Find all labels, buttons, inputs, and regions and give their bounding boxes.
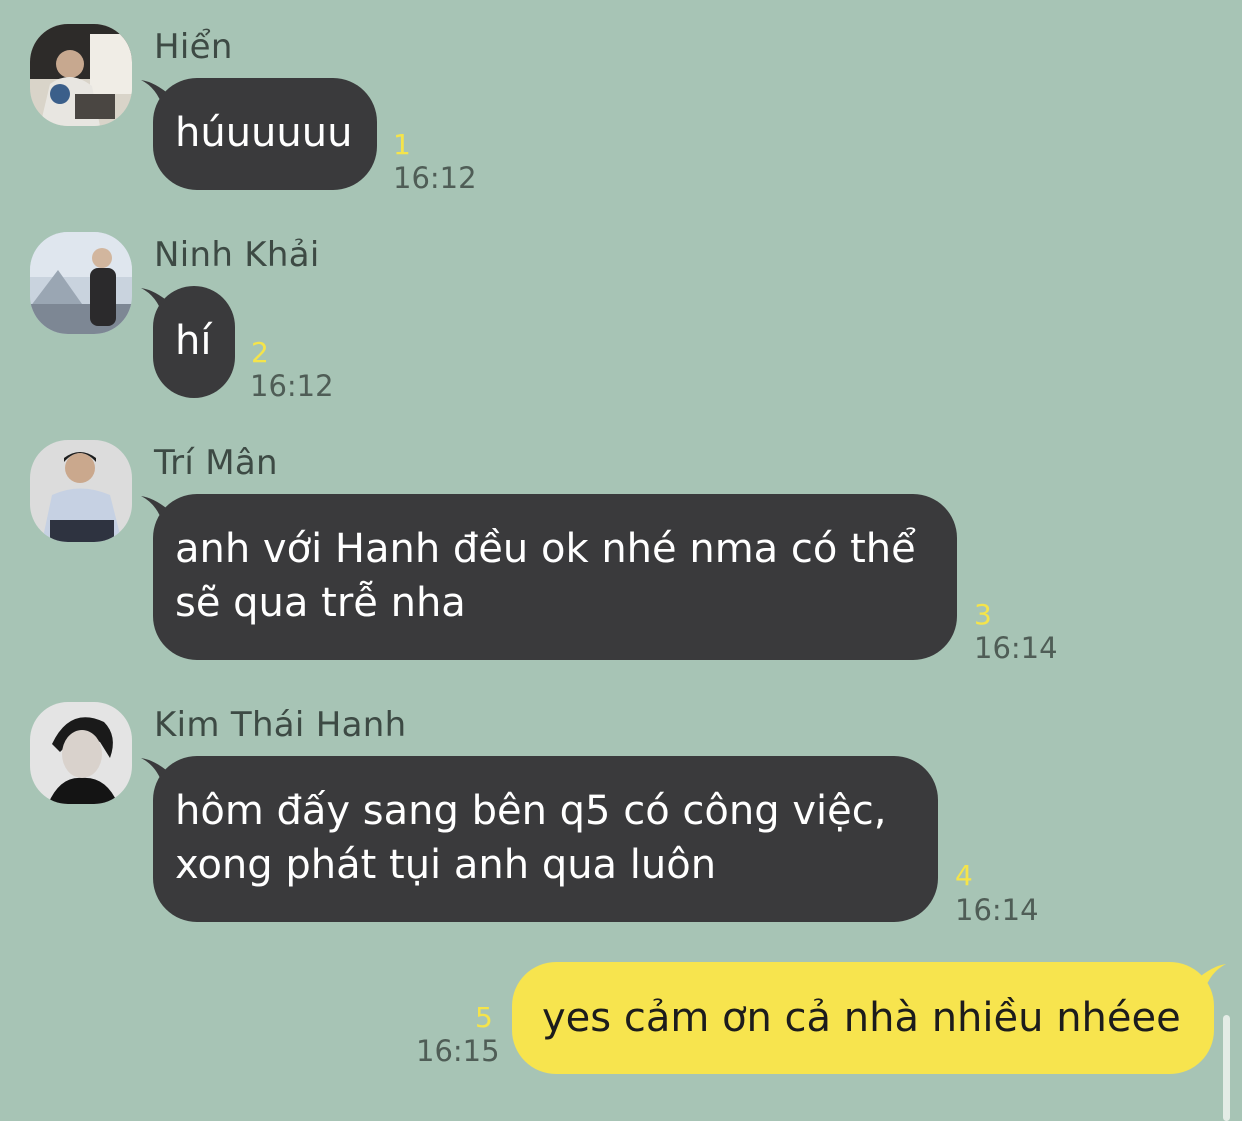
avatar[interactable] [30,702,132,804]
read-count: 1 [393,128,411,161]
read-count: 5 [475,1001,493,1034]
message-bubble[interactable]: húuuuuu [141,78,377,190]
avatar[interactable] [30,440,132,542]
message-text: yes cảm ơn cả nhà nhiều nhéee [542,995,1181,1041]
bubble-tail [141,496,171,524]
sender-name: Hiển [154,27,233,67]
message-text: hí [175,318,212,364]
sender-name: Trí Mân [154,443,278,483]
message-time: 16:12 [250,369,334,403]
sender-name: Ninh Khải [154,235,320,275]
message-time: 16:12 [393,161,477,195]
bubble-tail [141,758,171,786]
message-text: húuuuuu [175,110,353,156]
message-bubble[interactable]: anh với Hanh đều ok nhé nma có thể sẽ qu… [141,494,957,660]
avatar[interactable] [30,232,132,334]
message-bubble[interactable]: hí [141,286,235,398]
message-text: xong phát tụi anh qua luôn [175,842,717,888]
sender-name: Kim Thái Hanh [154,705,407,745]
read-count: 3 [974,598,992,631]
bubble-tail [141,288,171,316]
message-time: 16:15 [416,1034,500,1068]
message-bubble[interactable]: hôm đấy sang bên q5 có công việc, xong p… [141,756,938,922]
message-time: 16:14 [974,631,1058,665]
scrollbar[interactable] [1223,1015,1230,1121]
message-text: hôm đấy sang bên q5 có công việc, [175,788,887,834]
message-text: anh với Hanh đều ok nhé nma có thể [175,526,916,572]
my-message-bubble[interactable]: yes cảm ơn cả nhà nhiều nhéee [512,962,1226,1074]
message-text: sẽ qua trễ nha [175,580,466,626]
message-time: 16:14 [955,893,1039,927]
bubble-tail [141,80,171,108]
read-count: 4 [955,859,973,892]
avatar[interactable] [30,24,132,126]
bubble-tail [1196,964,1226,992]
read-count: 2 [251,336,269,369]
